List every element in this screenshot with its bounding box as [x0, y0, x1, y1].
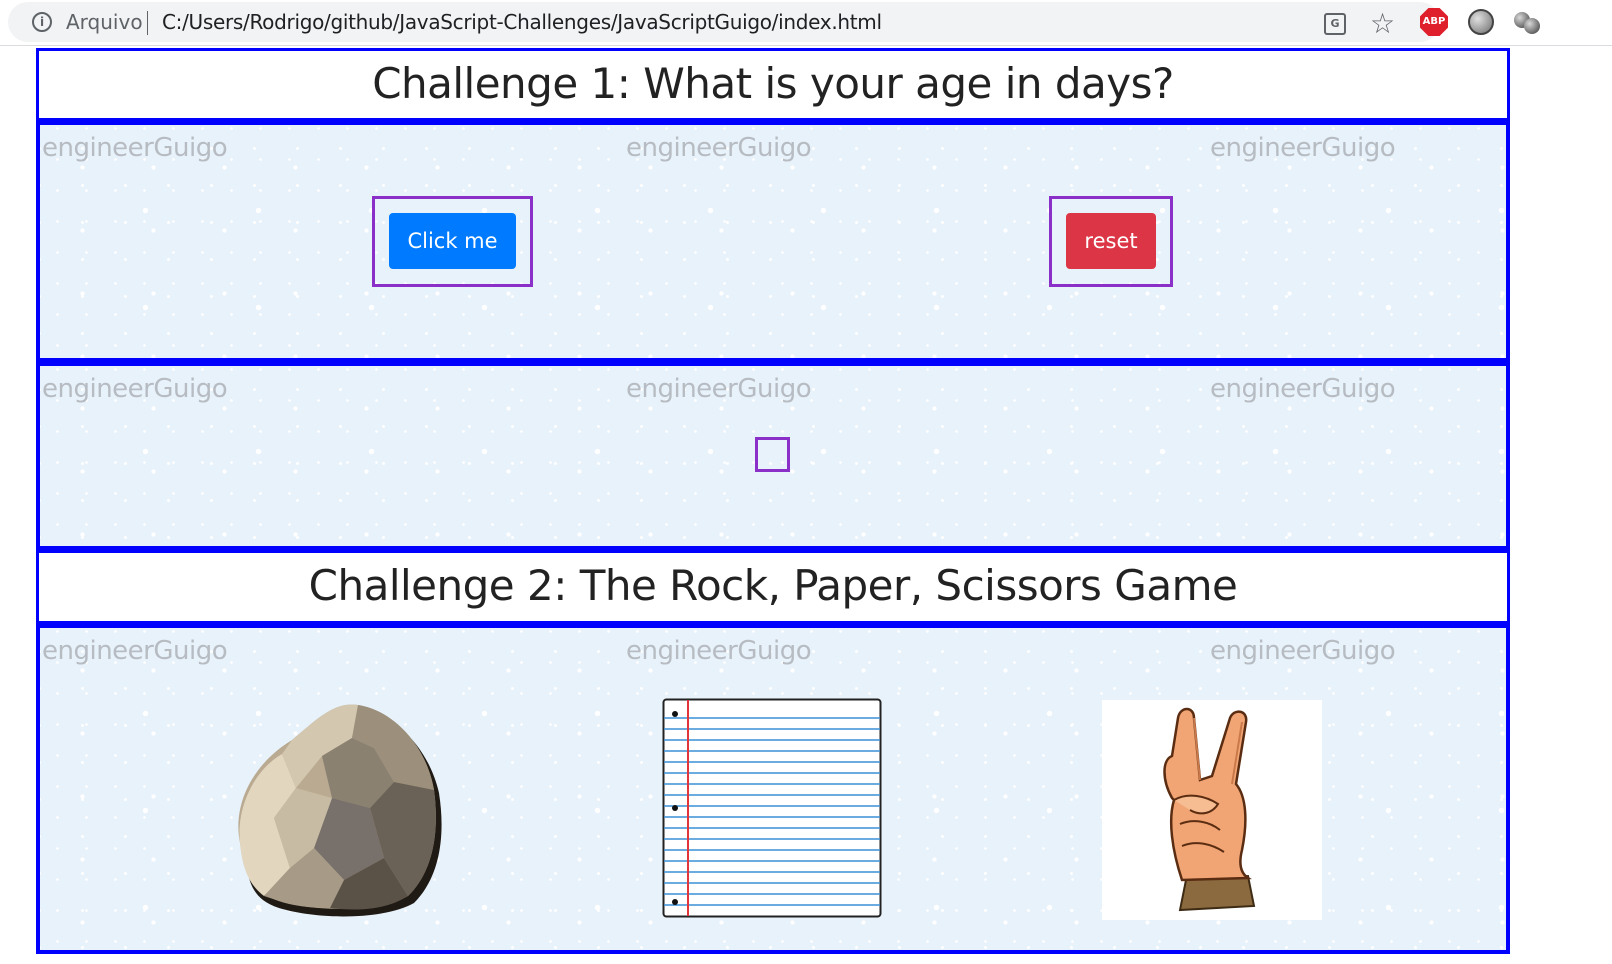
translate-icon[interactable]: G	[1324, 13, 1346, 35]
watermark: engineerGuigo	[626, 374, 812, 404]
paper-image[interactable]	[662, 698, 882, 918]
scheme-label: Arquivo	[66, 10, 143, 34]
watermark: engineerGuigo	[626, 133, 812, 163]
watermark: engineerGuigo	[1210, 636, 1396, 666]
rock-image[interactable]	[224, 698, 446, 920]
age-result-box	[755, 437, 790, 472]
rps-game-area: engineerGuigo engineerGuigo engineerGuig…	[36, 624, 1510, 954]
info-icon[interactable]: i	[32, 12, 52, 32]
challenge1-controls: engineerGuigo engineerGuigo engineerGuig…	[36, 121, 1510, 362]
watermark: engineerGuigo	[42, 133, 228, 163]
omnibox[interactable]: i Arquivo C:/Users/Rodrigo/github/JavaSc…	[8, 2, 1440, 42]
extension-film-icon[interactable]	[1468, 9, 1494, 35]
watermark: engineerGuigo	[1210, 133, 1396, 163]
url-text[interactable]: C:/Users/Rodrigo/github/JavaScript-Chall…	[162, 10, 882, 34]
challenge1-result: engineerGuigo engineerGuigo engineerGuig…	[36, 362, 1510, 550]
scissors-image[interactable]	[1102, 700, 1322, 920]
reset-button[interactable]: reset	[1066, 213, 1156, 269]
omnibox-divider	[147, 11, 148, 35]
challenge2-title: Challenge 2: The Rock, Paper, Scissors G…	[36, 550, 1510, 624]
watermark: engineerGuigo	[42, 636, 228, 666]
watermark: engineerGuigo	[42, 374, 228, 404]
watermark: engineerGuigo	[1210, 374, 1396, 404]
bookmark-star-icon[interactable]: ☆	[1370, 7, 1395, 40]
click-me-button[interactable]: Click me	[389, 213, 516, 269]
page-content: Challenge 1: What is your age in days? e…	[36, 48, 1510, 954]
extension-balls-icon[interactable]	[1514, 10, 1540, 36]
abp-label: ABP	[1422, 16, 1446, 27]
watermark: engineerGuigo	[626, 636, 812, 666]
browser-address-bar: i Arquivo C:/Users/Rodrigo/github/JavaSc…	[0, 0, 1612, 46]
challenge1-title: Challenge 1: What is your age in days?	[36, 48, 1510, 121]
